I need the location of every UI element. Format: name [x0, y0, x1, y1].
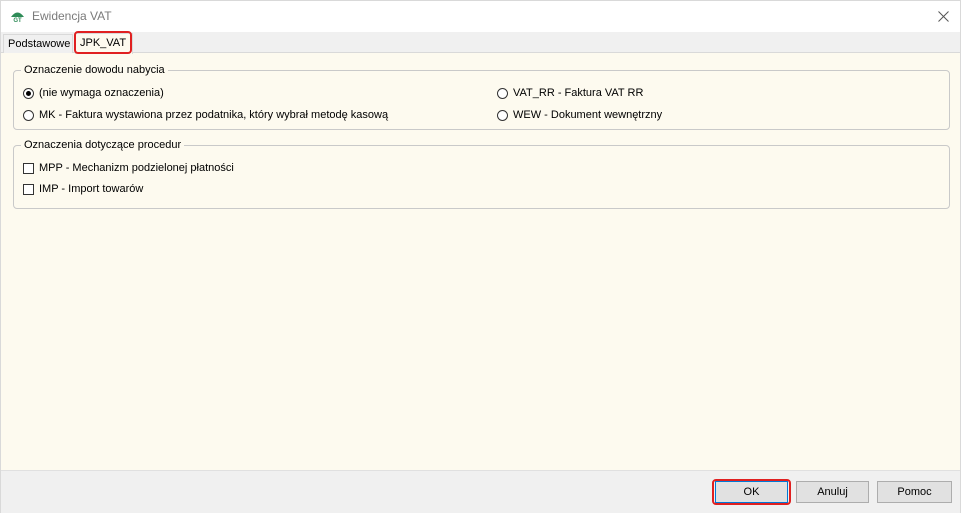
vat-register-dialog: GT Ewidencja VAT Podstawowe JPK_VAT Ozna… — [0, 0, 961, 513]
cancel-button[interactable]: Anuluj — [796, 481, 869, 503]
radio-button[interactable] — [23, 87, 34, 99]
radio-button[interactable] — [497, 87, 508, 99]
help-button[interactable]: Pomoc — [877, 481, 952, 503]
checkbox[interactable] — [23, 183, 34, 195]
radio-wew[interactable]: WEW - Dokument wewnętrzny — [497, 108, 662, 122]
checkbox-imp[interactable]: IMP - Import towarów — [23, 182, 143, 196]
radio-label: MK - Faktura wystawiona przez podatnika,… — [39, 109, 389, 121]
radio-button[interactable] — [23, 109, 34, 121]
radio-label: VAT_RR - Faktura VAT RR — [513, 87, 644, 99]
ok-button[interactable]: OK — [715, 481, 788, 503]
tab-jpk-vat[interactable]: JPK_VAT — [75, 33, 133, 54]
window-title: Ewidencja VAT — [32, 9, 112, 23]
group-legend: Oznaczenia dotyczące procedur — [21, 138, 185, 152]
close-icon[interactable] — [926, 1, 960, 32]
radio-no-marking[interactable]: (nie wymaga oznaczenia) — [23, 86, 164, 100]
radio-button[interactable] — [497, 109, 508, 121]
checkbox-label: IMP - Import towarów — [39, 183, 144, 195]
tab-podstawowe[interactable]: Podstawowe — [3, 34, 73, 53]
radio-vat-rr[interactable]: VAT_RR - Faktura VAT RR — [497, 86, 643, 100]
tab-strip: Podstawowe JPK_VAT — [1, 32, 960, 54]
app-logo-icon: GT — [10, 9, 25, 24]
checkbox-label: MPP - Mechanizm podzielonej płatności — [39, 162, 234, 174]
svg-text:GT: GT — [13, 18, 22, 24]
checkbox-mpp[interactable]: MPP - Mechanizm podzielonej płatności — [23, 161, 234, 175]
group-legend: Oznaczenie dowodu nabycia — [21, 63, 168, 77]
checkbox[interactable] — [23, 162, 34, 174]
title-bar: GT Ewidencja VAT — [1, 1, 960, 32]
radio-label: (nie wymaga oznaczenia) — [39, 87, 164, 99]
radio-mk[interactable]: MK - Faktura wystawiona przez podatnika,… — [23, 108, 388, 122]
radio-label: WEW - Dokument wewnętrzny — [513, 109, 663, 121]
procedures-group: Oznaczenia dotyczące procedur — [13, 138, 950, 209]
